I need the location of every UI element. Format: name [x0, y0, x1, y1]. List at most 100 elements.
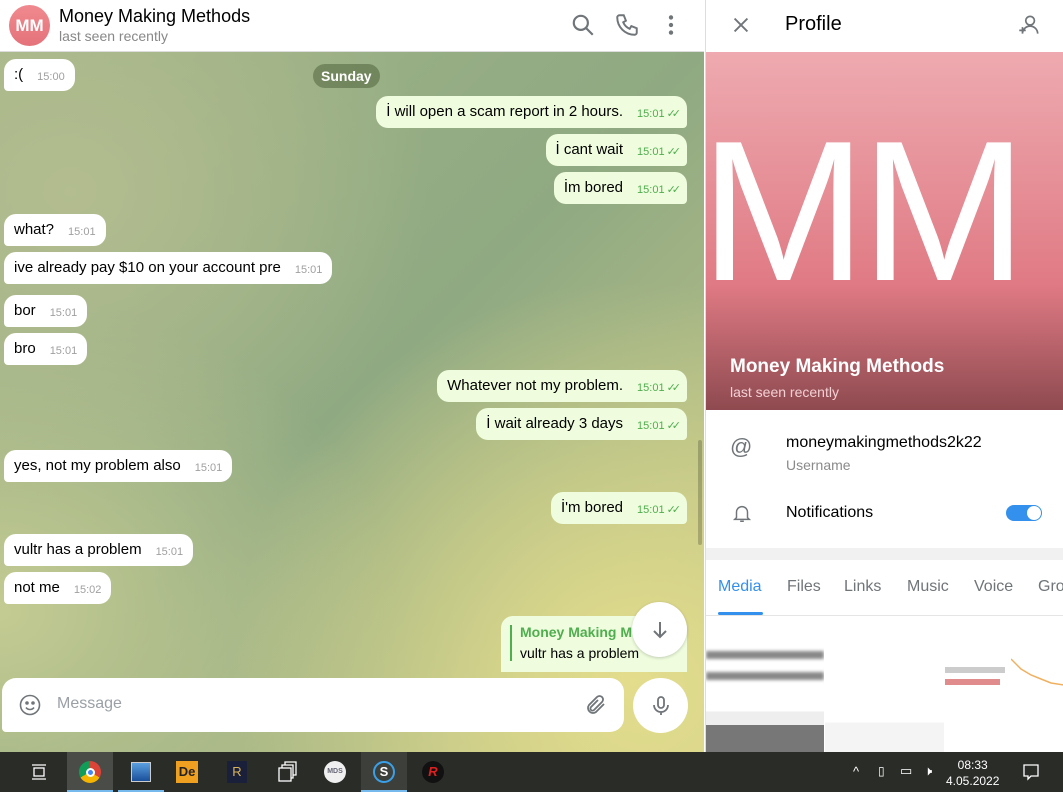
reply-text: vultr has a problem	[520, 645, 640, 661]
scrollbar[interactable]	[698, 440, 702, 545]
tab-music[interactable]: Music	[907, 578, 949, 596]
emoji-icon[interactable]	[18, 693, 42, 717]
username-value: moneymakingmethods2k22	[786, 434, 982, 451]
taskbar-app-mds[interactable]: MDS	[312, 752, 358, 792]
username-label: Username	[786, 457, 851, 473]
chrome-icon	[79, 761, 101, 783]
read-check-icon: ✓✓	[666, 108, 682, 120]
read-check-icon: ✓✓	[666, 146, 682, 158]
message-placeholder: Message	[57, 695, 122, 712]
red-r-app-icon: R	[422, 761, 444, 783]
message-bubble[interactable]: bor 15:01	[4, 295, 88, 327]
read-check-icon: ✓✓	[666, 420, 682, 432]
message-bubble[interactable]: vultr has a problem 15:01	[4, 534, 194, 566]
taskbar-chrome[interactable]	[67, 752, 113, 792]
composer: Message	[0, 668, 704, 752]
scroll-down-button[interactable]	[632, 602, 687, 657]
message-bubble[interactable]: bro 15:01	[4, 333, 88, 365]
clock-date: 4.05.2022	[946, 774, 1000, 788]
tray-device-icon[interactable]: ▯	[878, 764, 885, 778]
message-bubble[interactable]: İ'm bored 15:01 ✓✓	[550, 492, 687, 524]
message-bubble[interactable]: İ will open a scam report in 2 hours. 15:…	[376, 96, 687, 128]
add-contact-icon[interactable]	[1016, 12, 1042, 38]
message-bubble[interactable]: ive already pay $10 on your account pre 1…	[4, 252, 333, 284]
message-text: Whatever not my problem.	[447, 377, 624, 394]
mds-app-icon: MDS	[324, 761, 346, 783]
volume-icon[interactable]: 🕨	[924, 763, 932, 779]
message-bubble[interactable]: Whatever not my problem. 15:01 ✓✓	[437, 370, 687, 402]
message-bubble[interactable]: İm bored 15:01 ✓✓	[553, 172, 687, 204]
chat-title[interactable]: Money Making Methods	[59, 6, 250, 27]
chat-status: last seen recently	[59, 28, 168, 44]
message-text: what?	[14, 221, 55, 238]
tab-groups[interactable]: Gro	[1038, 578, 1063, 596]
taskbar-app-red[interactable]: R	[410, 752, 456, 792]
taskbar-app-windows[interactable]	[264, 752, 310, 792]
message-text: vultr has a problem	[14, 541, 142, 558]
message-text: İ cant wait	[555, 141, 624, 158]
media-thumbnail[interactable]	[945, 617, 1063, 752]
tray-chevron-up-icon[interactable]: ^	[853, 764, 859, 779]
notifications-label: Notifications	[786, 504, 874, 521]
arrow-down-icon	[652, 621, 667, 638]
chat-header[interactable]: MM Money Making Methods last seen recent…	[0, 0, 704, 52]
message-text: yes, not my problem also	[14, 457, 181, 474]
task-view-icon	[32, 764, 46, 780]
voice-record-button[interactable]	[633, 678, 688, 733]
message-time: 15:01	[637, 420, 665, 432]
tab-links[interactable]: Links	[844, 578, 881, 596]
message-text: :(	[14, 66, 24, 83]
message-text: bor	[14, 302, 36, 319]
message-text: İ'm bored	[560, 499, 624, 516]
bell-icon	[732, 505, 752, 522]
date-separator: Sunday	[313, 64, 380, 88]
reply-author: Money Making Methods	[520, 624, 640, 640]
media-thumbnail[interactable]	[825, 617, 944, 752]
taskbar-network-app[interactable]	[118, 752, 164, 792]
message-time: 15:01	[68, 226, 96, 238]
profile-panel: Profile MM Money Making Methods last see…	[705, 0, 1063, 752]
tab-media[interactable]: Media	[718, 578, 762, 596]
more-menu-icon[interactable]	[658, 12, 684, 38]
message-time: 15:01	[294, 264, 323, 276]
tab-voice[interactable]: Voice	[974, 578, 1013, 596]
notification-center-icon[interactable]	[1022, 763, 1040, 781]
message-time: 15:01	[637, 108, 665, 120]
message-bubble[interactable]: not me 15:02	[4, 572, 112, 604]
taskbar-app-de[interactable]: De	[164, 752, 210, 792]
attach-icon[interactable]	[584, 693, 608, 717]
profile-title: Profile	[785, 13, 842, 35]
profile-photo[interactable]: MM Money Making Methods last seen recent…	[706, 52, 1063, 410]
message-text: ive already pay $10 on your account pre	[14, 259, 281, 276]
message-time: 15:01	[637, 146, 665, 158]
taskbar-app-s[interactable]: S	[361, 752, 407, 792]
profile-status: last seen recently	[730, 384, 839, 400]
taskbar-app-r[interactable]: R	[214, 752, 260, 792]
message-bubble[interactable]: yes, not my problem also 15:01	[4, 450, 233, 482]
message-bubble[interactable]: İ cant wait 15:01 ✓✓	[545, 134, 687, 166]
avatar[interactable]: MM	[9, 5, 50, 46]
message-bubble[interactable]: what? 15:01	[4, 214, 106, 246]
message-bubble[interactable]: İ wait already 3 days 15:01 ✓✓	[476, 408, 687, 440]
clock[interactable]: 08:33 4.05.2022	[946, 757, 999, 789]
close-icon[interactable]	[730, 14, 752, 36]
media-thumbnail[interactable]	[706, 617, 824, 752]
s-app-icon: S	[373, 761, 395, 783]
reply-bar	[510, 625, 512, 661]
divider	[706, 548, 1063, 560]
at-icon: @	[730, 434, 753, 459]
media-grid	[706, 617, 1063, 752]
profile-initials: MM	[706, 100, 1027, 323]
message-input[interactable]: Message	[2, 678, 624, 732]
media-tabs: Media Files Links Music Voice Gro	[706, 560, 1063, 616]
message-time: 15:01	[637, 382, 665, 394]
network-icon[interactable]: ▭	[900, 763, 912, 779]
phone-icon[interactable]	[614, 12, 640, 38]
notifications-toggle[interactable]	[1006, 505, 1042, 521]
username-row[interactable]: @ moneymakingmethods2k22 Username	[706, 420, 1063, 480]
search-icon[interactable]	[570, 12, 596, 38]
message-bubble[interactable]: :( 15:00	[4, 59, 75, 91]
tab-files[interactable]: Files	[787, 578, 821, 596]
task-view-button[interactable]	[16, 752, 62, 792]
message-time: 15:00	[37, 71, 65, 83]
